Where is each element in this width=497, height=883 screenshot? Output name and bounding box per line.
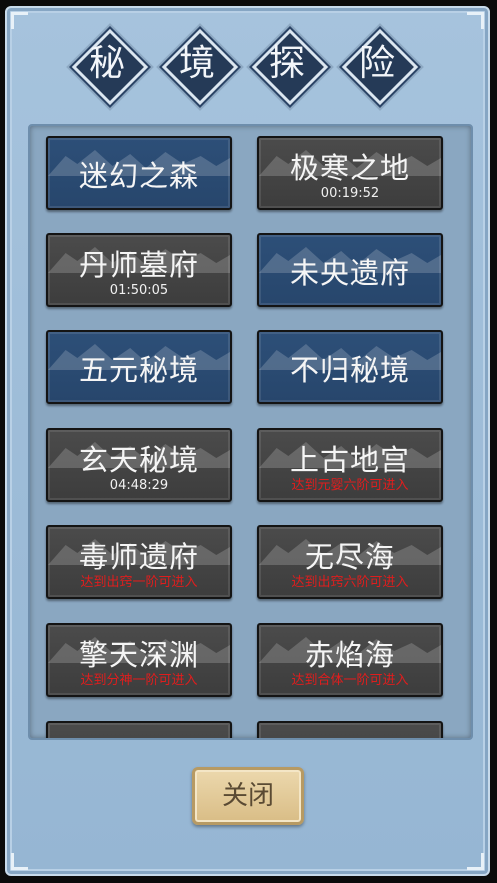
realm-tile[interactable]: 丹师墓府 01:50:05 — [46, 233, 232, 307]
realm-tile[interactable]: 毒师遗府 达到出窍一阶可进入 — [46, 525, 232, 599]
realm-name: 赤焰海 — [304, 638, 395, 672]
corner-ornament — [11, 12, 28, 29]
dialog-title: 秘 境 探 险 — [0, 28, 497, 106]
realm-name: 上古地宫 — [289, 443, 410, 477]
corner-ornament — [467, 853, 484, 870]
realm-name: 无尽海 — [304, 540, 395, 574]
realm-name: 擎天深渊 — [78, 638, 199, 672]
realm-timer: 04:48:29 — [109, 478, 169, 493]
corner-ornament — [467, 12, 484, 29]
corner-ornament — [11, 853, 28, 870]
realm-tile[interactable]: 未央遗府 — [257, 233, 443, 307]
realm-list[interactable]: 迷幻之森 极寒之地 00:19:52 丹师墓府 01:50:05 未央遗府五元秘境 不归秘境… — [28, 124, 473, 740]
title-char: 险 — [358, 43, 395, 84]
title-char-badge: 秘 — [71, 28, 149, 106]
title-char-badge: 境 — [161, 28, 239, 106]
title-char: 探 — [268, 43, 305, 84]
title-char-badge: 险 — [341, 28, 419, 106]
realm-requirement: 达到合体一阶可进入 — [291, 673, 409, 688]
realm-name: 玄天秘境 — [78, 443, 199, 477]
title-char: 秘 — [88, 43, 125, 84]
close-button[interactable]: 关闭 — [192, 767, 304, 825]
realm-tile[interactable]: 五元秘境 — [46, 330, 232, 404]
realm-timer: 01:50:05 — [109, 283, 169, 298]
realm-name: 毒师遗府 — [78, 540, 199, 574]
realm-tile-partial[interactable] — [46, 721, 232, 738]
realm-name: 未央遗府 — [289, 256, 410, 290]
realm-tile[interactable]: 上古地宫 达到元婴六阶可进入 — [257, 428, 443, 502]
realm-tile-partial[interactable] — [257, 721, 443, 738]
title-char: 境 — [178, 43, 215, 84]
realm-requirement: 达到分神一阶可进入 — [80, 673, 198, 688]
realm-requirement: 达到出窍六阶可进入 — [291, 575, 409, 590]
realm-timer: 00:19:52 — [320, 186, 380, 201]
realm-name: 迷幻之森 — [78, 159, 199, 193]
realm-tile[interactable]: 赤焰海 达到合体一阶可进入 — [257, 623, 443, 697]
realm-name: 丹师墓府 — [78, 248, 199, 282]
realm-tile[interactable]: 无尽海 达到出窍六阶可进入 — [257, 525, 443, 599]
realm-tile[interactable]: 不归秘境 — [257, 330, 443, 404]
realm-name: 五元秘境 — [78, 353, 199, 387]
title-char-badge: 探 — [251, 28, 329, 106]
realm-tile[interactable]: 极寒之地 00:19:52 — [257, 136, 443, 210]
realm-tile[interactable]: 玄天秘境 04:48:29 — [46, 428, 232, 502]
realm-requirement: 达到出窍一阶可进入 — [80, 575, 198, 590]
realm-tile[interactable]: 擎天深渊 达到分神一阶可进入 — [46, 623, 232, 697]
realm-name: 不归秘境 — [289, 353, 410, 387]
realm-name: 极寒之地 — [289, 151, 410, 185]
realm-tile[interactable]: 迷幻之森 — [46, 136, 232, 210]
realm-requirement: 达到元婴六阶可进入 — [291, 478, 409, 493]
